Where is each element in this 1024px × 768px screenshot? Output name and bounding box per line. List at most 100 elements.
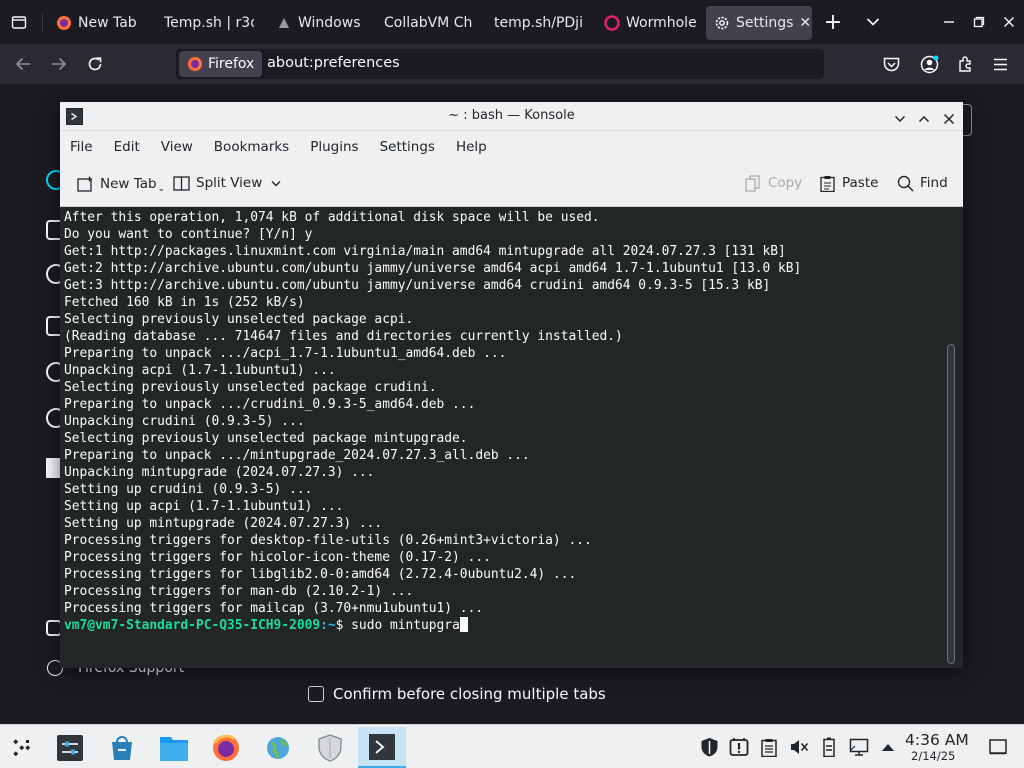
terminal-line: Processing triggers for mailcap (3.70+nm… (64, 601, 484, 616)
terminal-prompt-line[interactable]: vm7@vm7-Standard-PC-Q35-ICH9-2009:~$ sud… (64, 617, 801, 634)
confirm-close-tabs-checkbox[interactable] (308, 686, 324, 702)
new-tab-button[interactable]: New Tab ⌄ (76, 174, 165, 194)
account-icon[interactable] (918, 53, 940, 75)
system-settings-taskbar-icon[interactable] (48, 727, 92, 768)
new-tab-icon (76, 175, 94, 193)
app-menu-icon[interactable] (989, 53, 1011, 75)
terminal-line: Processing triggers for hicolor-icon-the… (64, 550, 491, 565)
find-label: Find (920, 175, 948, 191)
extensions-block-icon[interactable] (46, 458, 60, 478)
menu-view[interactable]: View (161, 139, 193, 155)
terminal-line: Selecting previously unselected package … (64, 380, 437, 395)
list-all-tabs-icon[interactable] (862, 11, 884, 33)
terminal-line: After this operation, 1,074 kB of additi… (64, 210, 600, 225)
tab-label: temp.sh/PDjiK (494, 15, 582, 31)
close-window-icon[interactable] (998, 11, 1020, 33)
terminal-command-input: sudo mintupgra (351, 618, 460, 633)
network-wired-icon[interactable] (849, 737, 869, 757)
terminal-line: Get:2 http://archive.ubuntu.com/ubuntu j… (64, 261, 802, 276)
terminal-line: Setting up mintupgrade (2024.07.27.3) ..… (64, 516, 383, 531)
konsole-maximize-icon[interactable] (918, 110, 930, 129)
copy-button[interactable]: Copy (744, 174, 802, 192)
firefox-icon (56, 15, 72, 31)
terminal-line: Processing triggers for desktop-file-uti… (64, 533, 592, 548)
menu-plugins[interactable]: Plugins (310, 139, 358, 155)
clipboard-icon[interactable] (759, 737, 779, 757)
terminal-prompt-symbol: $ (335, 618, 352, 633)
terminal-line: Unpacking mintupgrade (2024.07.27.3) ... (64, 465, 375, 480)
terminal-line: Unpacking crudini (0.9.3-5) ... (64, 414, 305, 429)
back-icon[interactable] (12, 53, 34, 75)
terminal-line: Setting up crudini (0.9.3-5) ... (64, 482, 313, 497)
identity-box[interactable]: Firefox (179, 51, 263, 77)
konsole-taskbar-icon[interactable] (358, 727, 406, 768)
split-view-label: Split View (196, 175, 263, 191)
forward-icon[interactable] (48, 53, 70, 75)
url-text[interactable]: about:preferences (267, 55, 400, 71)
tab-wormhole[interactable]: Wormhole (604, 6, 698, 40)
pocket-icon[interactable] (880, 53, 902, 75)
terminal-line: Fetched 160 kB in 1s (252 kB/s) (64, 295, 305, 310)
volume-muted-icon[interactable] (789, 737, 809, 757)
terminal-scrollbar-thumb[interactable] (947, 344, 955, 664)
copy-icon (744, 174, 762, 192)
restore-icon[interactable] (968, 11, 990, 33)
tab-collabvm[interactable]: CollabVM Cha (384, 6, 472, 40)
konsole-close-icon[interactable] (943, 110, 955, 129)
extensions-icon[interactable] (954, 53, 976, 75)
clock-time[interactable]: 4:36 AM (905, 731, 969, 749)
split-view-icon (172, 174, 190, 192)
tab-windows[interactable]: Windows S (276, 6, 362, 40)
copy-label: Copy (768, 175, 803, 191)
search-icon (896, 174, 914, 192)
menu-edit[interactable]: Edit (114, 139, 140, 155)
minimize-icon[interactable] (938, 11, 960, 33)
terminal-line: Get:3 http://archive.ubuntu.com/ubuntu j… (64, 278, 771, 293)
terminal-line: Setting up acpi (1.7-1.1ubuntu1) ... (64, 499, 344, 514)
menu-help[interactable]: Help (456, 139, 487, 155)
show-desktop-icon[interactable] (988, 737, 1008, 757)
tab-temp-sh-file[interactable]: temp.sh/PDjiK (494, 6, 582, 40)
wormhole-icon (604, 15, 620, 31)
menu-bookmarks[interactable]: Bookmarks (214, 139, 289, 155)
discover-store-icon[interactable] (100, 727, 144, 768)
menu-settings[interactable]: Settings (380, 139, 435, 155)
dropdown-arrow-icon: ⌄ (157, 184, 166, 194)
security-shield-taskbar-icon[interactable] (308, 727, 352, 768)
tab-settings[interactable]: Settings ✕ (706, 6, 812, 40)
confirm-close-tabs-option[interactable]: Confirm before closing multiple tabs (308, 685, 606, 703)
tab-temp-sh[interactable]: Temp.sh | r3d (164, 6, 254, 40)
tab-label: Windows S (298, 15, 362, 31)
notification-alert-icon[interactable] (729, 737, 749, 757)
firefox-logo-icon (187, 56, 203, 72)
firefox-taskbar-icon[interactable] (204, 727, 248, 768)
new-tab-button[interactable]: + (822, 10, 844, 35)
gear-icon (714, 15, 730, 31)
tray-expand-arrow-icon[interactable] (878, 737, 898, 757)
find-button[interactable]: Find (896, 174, 948, 192)
application-launcher-icon[interactable] (0, 727, 44, 768)
split-view-button[interactable]: Split View (172, 174, 281, 192)
konsole-title: ~ : bash — Konsole (448, 108, 575, 123)
battery-icon[interactable] (819, 737, 839, 757)
terminal-line: Preparing to unpack .../acpi_1.7-1.1ubun… (64, 346, 507, 361)
reload-icon[interactable] (84, 53, 106, 75)
terminal-line: Unpacking acpi (1.7-1.1ubuntu1) ... (64, 363, 336, 378)
close-tab-icon[interactable]: ✕ (799, 15, 811, 31)
terminal-output: After this operation, 1,074 kB of additi… (64, 209, 801, 634)
terminal-line: Processing triggers for man-db (2.10.2-1… (64, 584, 414, 599)
file-manager-icon[interactable] (152, 727, 196, 768)
globe-browser-icon[interactable] (256, 727, 300, 768)
tab-separator (42, 14, 43, 32)
paste-button[interactable]: Paste (818, 174, 878, 192)
clock-date[interactable]: 2/14/25 (911, 749, 955, 763)
konsole-titlebar[interactable]: ~ : bash — Konsole (60, 102, 963, 131)
terminal-line: Do you want to continue? [Y/n] y (64, 227, 313, 242)
tab-new-tab[interactable]: New Tab (56, 6, 152, 40)
tab-list-icon[interactable] (8, 11, 30, 33)
konsole-minimize-icon[interactable] (894, 110, 906, 129)
menu-file[interactable]: File (70, 139, 93, 155)
konsole-window: ~ : bash — Konsole File Edit View Bookma… (60, 102, 963, 668)
shield-tray-icon[interactable] (699, 737, 719, 757)
terminal-view[interactable]: After this operation, 1,074 kB of additi… (60, 207, 963, 668)
